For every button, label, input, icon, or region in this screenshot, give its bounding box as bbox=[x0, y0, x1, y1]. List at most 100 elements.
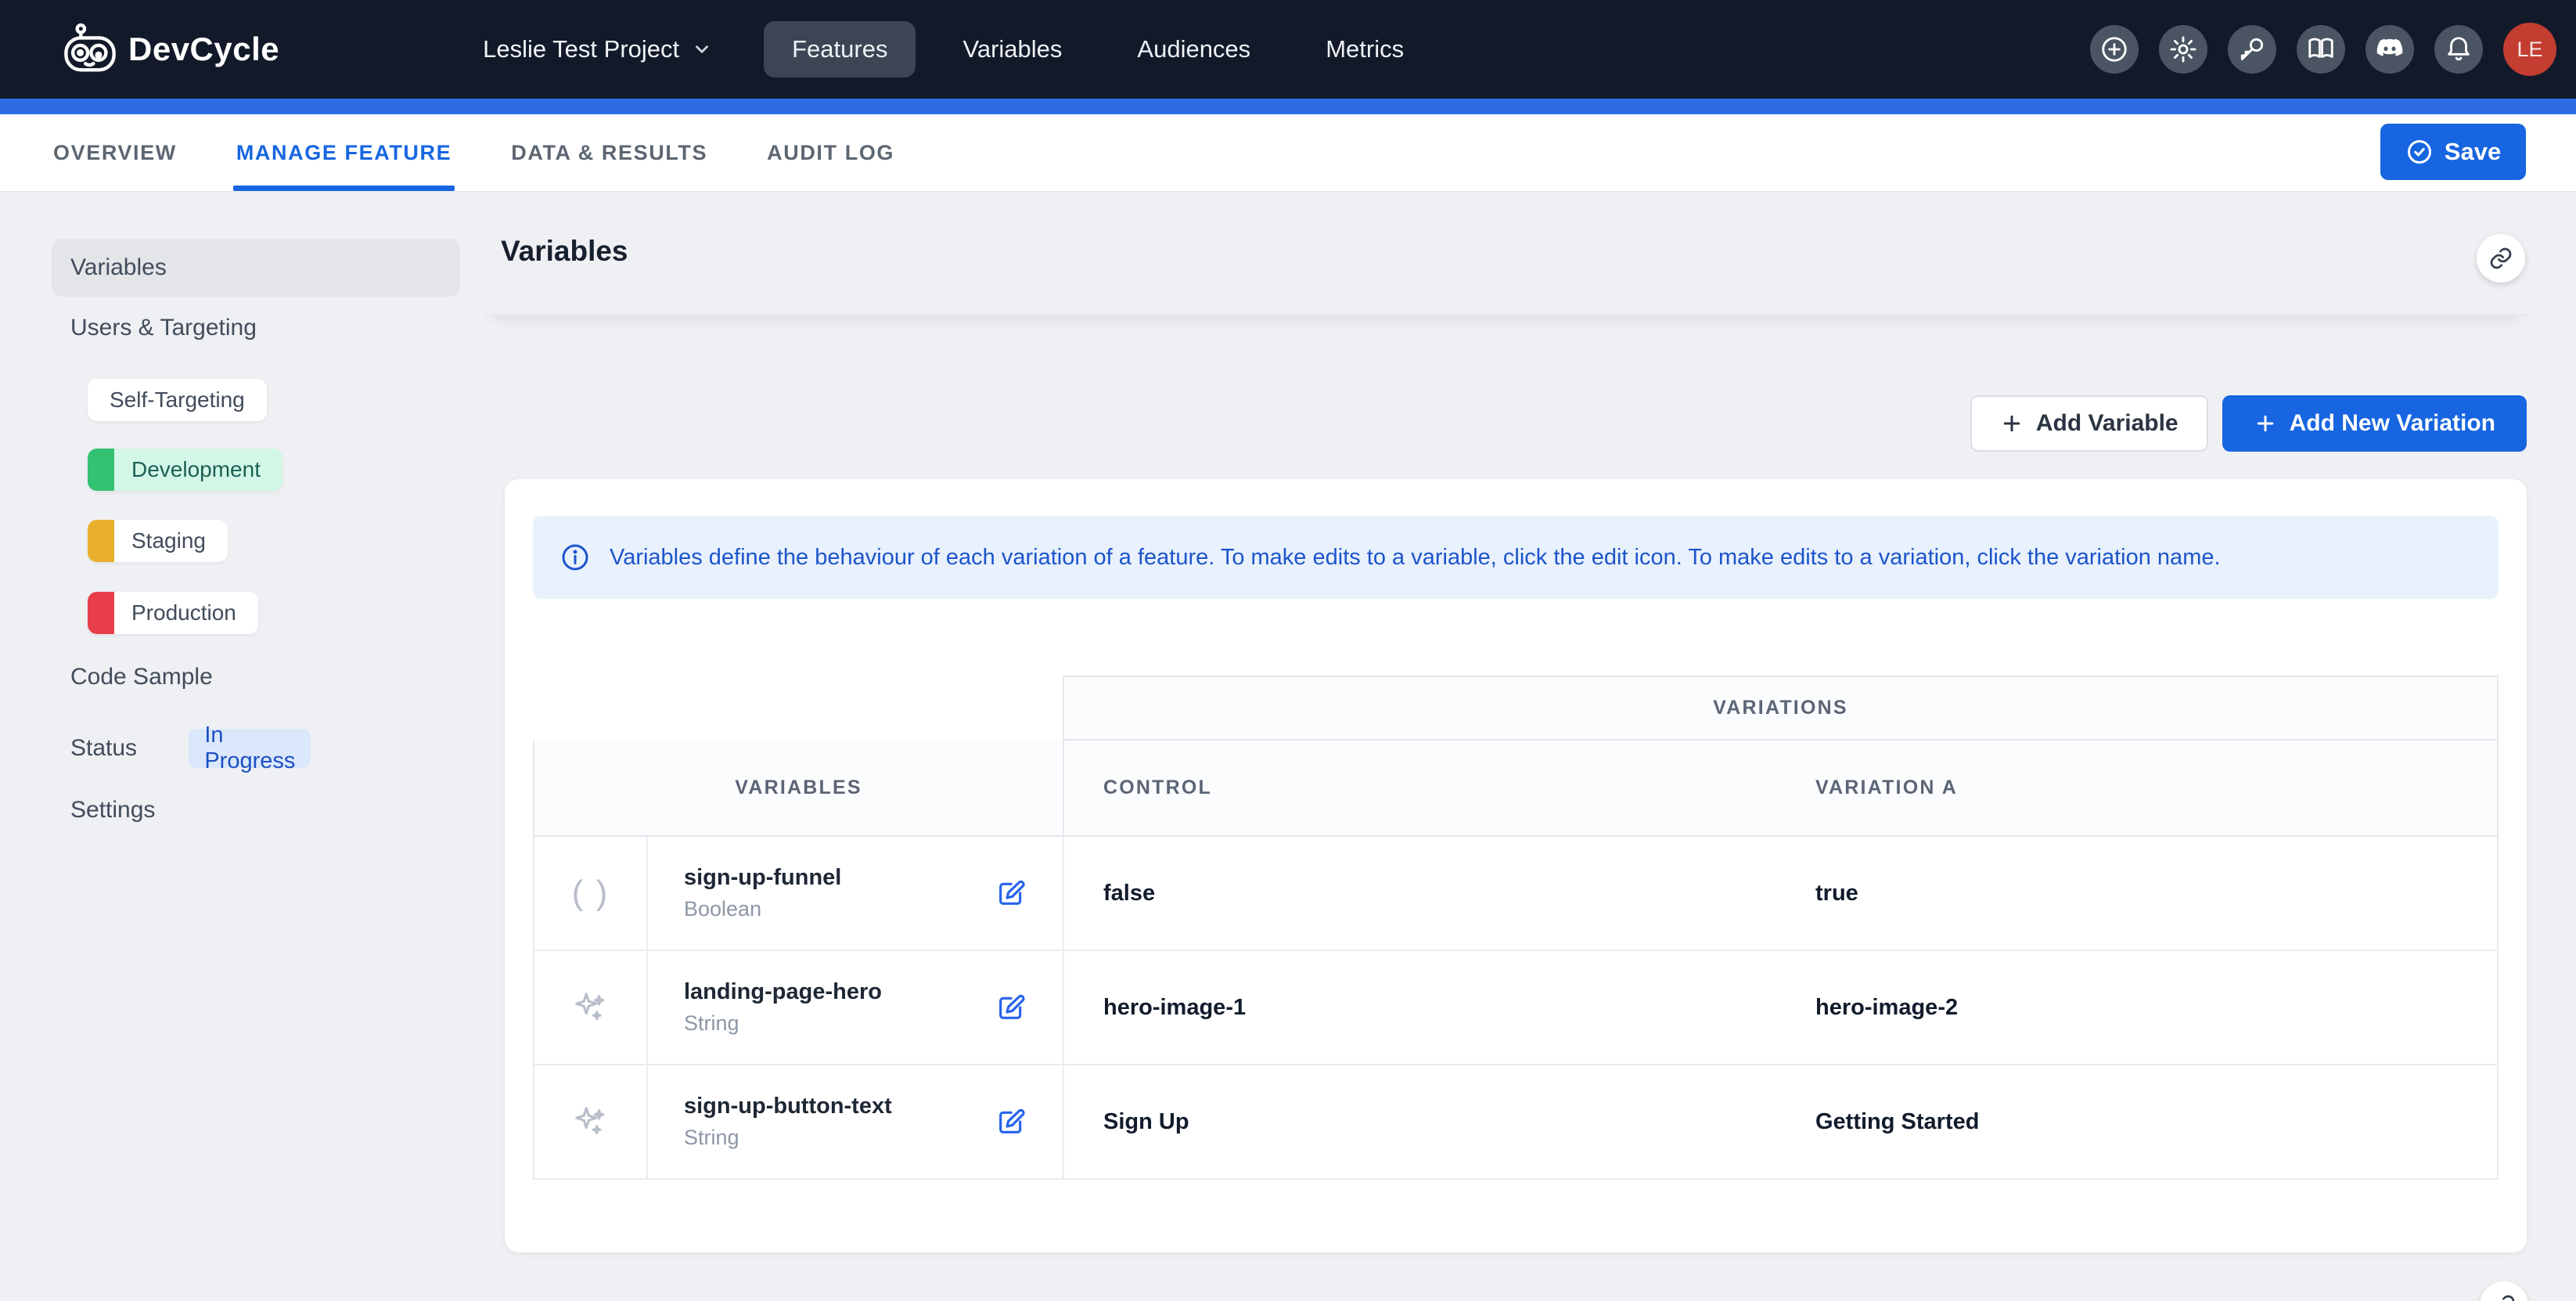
edit-variable-button[interactable] bbox=[995, 1106, 1027, 1137]
add-variable-button[interactable]: Add Variable bbox=[1970, 395, 2208, 452]
check-circle-icon bbox=[2405, 138, 2434, 166]
tab-overview-label: OVERVIEW bbox=[53, 141, 177, 165]
column-header-variation-a: VARIATION A bbox=[1815, 777, 1958, 799]
sidebar-item-settings-label: Settings bbox=[70, 797, 155, 823]
plus-icon bbox=[2254, 412, 2277, 435]
link-icon bbox=[2491, 1293, 2517, 1301]
variables-table: VARIATIONS VARIABLES CONTROL VARIATION A… bbox=[533, 676, 2499, 1180]
navbar-actions: LE bbox=[2090, 23, 2556, 76]
tab-audit-log-label: AUDIT LOG bbox=[767, 141, 894, 165]
variables-section-header: Variables bbox=[485, 193, 2527, 315]
project-selector[interactable]: Leslie Test Project bbox=[483, 35, 712, 63]
sidebar-env-production[interactable]: Production bbox=[88, 592, 258, 634]
nav-link-audiences[interactable]: Audiences bbox=[1109, 21, 1279, 77]
save-button[interactable]: Save bbox=[2380, 124, 2526, 180]
nav-link-variables[interactable]: Variables bbox=[934, 21, 1090, 77]
bell-icon bbox=[2444, 34, 2473, 64]
variable-name: landing-page-hero bbox=[684, 979, 882, 1005]
tab-data-results[interactable]: DATA & RESULTS bbox=[511, 114, 707, 191]
tab-overview[interactable]: OVERVIEW bbox=[53, 114, 177, 191]
edit-pencil-icon bbox=[995, 1106, 1027, 1137]
variations-group-header: VARIATIONS bbox=[1063, 676, 2499, 741]
nav-link-metrics[interactable]: Metrics bbox=[1297, 21, 1432, 77]
sidebar-env-staging[interactable]: Staging bbox=[88, 520, 228, 562]
info-icon bbox=[559, 542, 591, 573]
control-value[interactable]: hero-image-1 bbox=[1064, 951, 1776, 1064]
variations-group-label: VARIATIONS bbox=[1713, 697, 1847, 719]
sidebar-env-self-targeting[interactable]: Self-Targeting bbox=[88, 379, 267, 421]
variable-name: sign-up-button-text bbox=[684, 1094, 892, 1119]
sidebar-item-users-targeting[interactable]: Users & Targeting bbox=[52, 315, 460, 341]
project-name: Leslie Test Project bbox=[483, 35, 679, 63]
top-progress-bar bbox=[0, 99, 2576, 114]
notifications-button[interactable] bbox=[2434, 25, 2483, 74]
variation-a-value[interactable]: Getting Started bbox=[1776, 1065, 2500, 1178]
main-content: Variables Add Variable Add New Variation… bbox=[485, 193, 2576, 1301]
variation-a-value[interactable]: true bbox=[1776, 837, 2500, 950]
link-icon bbox=[2488, 246, 2513, 271]
user-avatar[interactable]: LE bbox=[2503, 23, 2556, 76]
tab-data-results-label: DATA & RESULTS bbox=[511, 141, 707, 165]
status-badge[interactable]: In Progress bbox=[189, 729, 311, 768]
sidebar-status-row: Status In Progress bbox=[70, 729, 311, 768]
env-development-label: Development bbox=[114, 457, 282, 482]
string-type-icon bbox=[534, 1065, 648, 1178]
tab-manage-feature-label: MANAGE FEATURE bbox=[236, 141, 452, 165]
info-banner-text: Variables define the behaviour of each v… bbox=[610, 545, 2221, 571]
feature-sidebar: Variables Users & Targeting Self-Targeti… bbox=[52, 193, 460, 1301]
sidebar-item-settings[interactable]: Settings bbox=[52, 797, 460, 823]
plus-circle-icon bbox=[2099, 34, 2129, 64]
save-button-label: Save bbox=[2445, 138, 2501, 166]
sidebar-env-development[interactable]: Development bbox=[88, 449, 282, 491]
variable-type: Boolean bbox=[684, 897, 841, 921]
column-header-variables: VARIABLES bbox=[735, 777, 862, 799]
key-icon bbox=[2237, 34, 2267, 64]
discord-button[interactable] bbox=[2366, 25, 2414, 74]
sidebar-item-variables-label: Variables bbox=[70, 254, 167, 281]
variable-name-cell: landing-page-hero String bbox=[648, 951, 1064, 1064]
env-self-targeting-label: Self-Targeting bbox=[88, 387, 267, 413]
variable-name: sign-up-funnel bbox=[684, 865, 841, 891]
env-staging-label: Staging bbox=[114, 528, 228, 553]
edit-variable-button[interactable] bbox=[995, 878, 1027, 909]
next-section-link-button[interactable] bbox=[2480, 1281, 2528, 1301]
table-row: landing-page-hero String hero-image-1 he… bbox=[533, 951, 2499, 1065]
devcycle-robot-icon bbox=[63, 22, 117, 77]
variation-a-value[interactable]: hero-image-2 bbox=[1776, 951, 2500, 1064]
sidebar-item-users-targeting-label: Users & Targeting bbox=[70, 315, 257, 341]
nav-link-features[interactable]: Features bbox=[764, 21, 916, 77]
docs-book-icon bbox=[2306, 34, 2336, 64]
section-link-button[interactable] bbox=[2477, 234, 2525, 283]
production-color-bar bbox=[88, 592, 114, 634]
variables-toolbar: Add Variable Add New Variation bbox=[1970, 395, 2527, 452]
sidebar-item-variables[interactable]: Variables bbox=[52, 239, 460, 297]
boolean-type-icon: ( ) bbox=[534, 837, 648, 950]
add-new-variation-button[interactable]: Add New Variation bbox=[2222, 395, 2527, 452]
sidebar-item-code-sample[interactable]: Code Sample bbox=[52, 664, 460, 690]
tab-manage-feature[interactable]: MANAGE FEATURE bbox=[236, 114, 452, 191]
devcycle-logo[interactable]: DevCycle bbox=[63, 22, 279, 77]
chevron-down-icon bbox=[692, 39, 712, 59]
page-body: Variables Users & Targeting Self-Targeti… bbox=[0, 193, 2576, 1301]
plus-icon bbox=[2000, 412, 2024, 435]
page-title: Variables bbox=[501, 235, 628, 268]
add-new-variation-label: Add New Variation bbox=[2290, 410, 2495, 437]
env-production-label: Production bbox=[114, 600, 258, 625]
active-tab-underline bbox=[233, 186, 455, 191]
settings-button[interactable] bbox=[2159, 25, 2207, 74]
status-label: Status bbox=[70, 735, 162, 762]
top-navbar: DevCycle Leslie Test Project Features Va… bbox=[0, 0, 2576, 99]
sidebar-item-code-sample-label: Code Sample bbox=[70, 664, 213, 690]
discord-icon bbox=[2374, 34, 2405, 65]
tab-audit-log[interactable]: AUDIT LOG bbox=[767, 114, 894, 191]
docs-button[interactable] bbox=[2297, 25, 2345, 74]
brand-name: DevCycle bbox=[128, 31, 279, 68]
variable-type: String bbox=[684, 1126, 892, 1150]
edit-pencil-icon bbox=[995, 878, 1027, 909]
variables-card: Variables define the behaviour of each v… bbox=[505, 479, 2527, 1252]
control-value[interactable]: false bbox=[1064, 837, 1776, 950]
edit-variable-button[interactable] bbox=[995, 992, 1027, 1023]
create-button[interactable] bbox=[2090, 25, 2139, 74]
api-keys-button[interactable] bbox=[2228, 25, 2276, 74]
control-value[interactable]: Sign Up bbox=[1064, 1065, 1776, 1178]
